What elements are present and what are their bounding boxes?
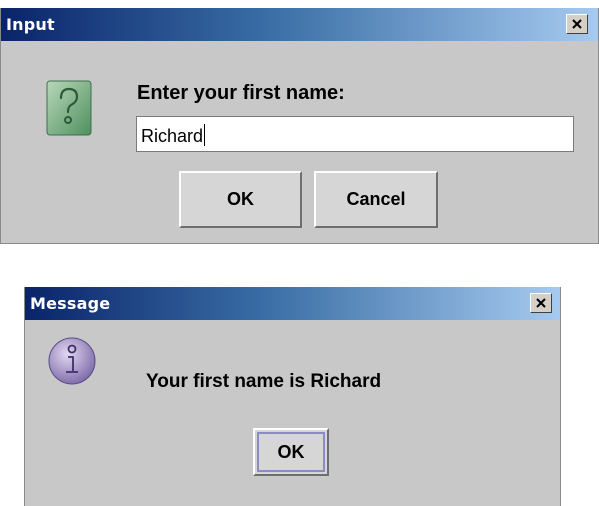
input-title: Input — [6, 15, 55, 34]
input-dialog: Input Enter your first name: Richard OK … — [0, 8, 599, 244]
message-text: Your first name is Richard — [146, 371, 382, 392]
first-name-input-value: Richard — [141, 124, 206, 146]
first-name-input[interactable]: Richard — [136, 116, 574, 152]
input-close-button[interactable] — [566, 14, 588, 34]
ok-button[interactable]: OK — [179, 171, 302, 228]
message-close-button[interactable] — [530, 293, 552, 313]
question-icon — [46, 80, 92, 136]
close-icon — [572, 19, 582, 29]
text-caret — [204, 124, 206, 146]
prompt-label: Enter your first name: — [137, 82, 345, 104]
message-dialog: Message Your first name is Richard OK — [24, 287, 561, 506]
cancel-button[interactable]: Cancel — [314, 171, 438, 228]
message-titlebar[interactable]: Message — [25, 287, 560, 320]
message-ok-button[interactable]: OK — [253, 428, 329, 476]
input-titlebar[interactable]: Input — [1, 8, 598, 41]
close-icon — [536, 298, 546, 308]
message-title: Message — [30, 294, 111, 313]
information-icon — [48, 337, 96, 385]
